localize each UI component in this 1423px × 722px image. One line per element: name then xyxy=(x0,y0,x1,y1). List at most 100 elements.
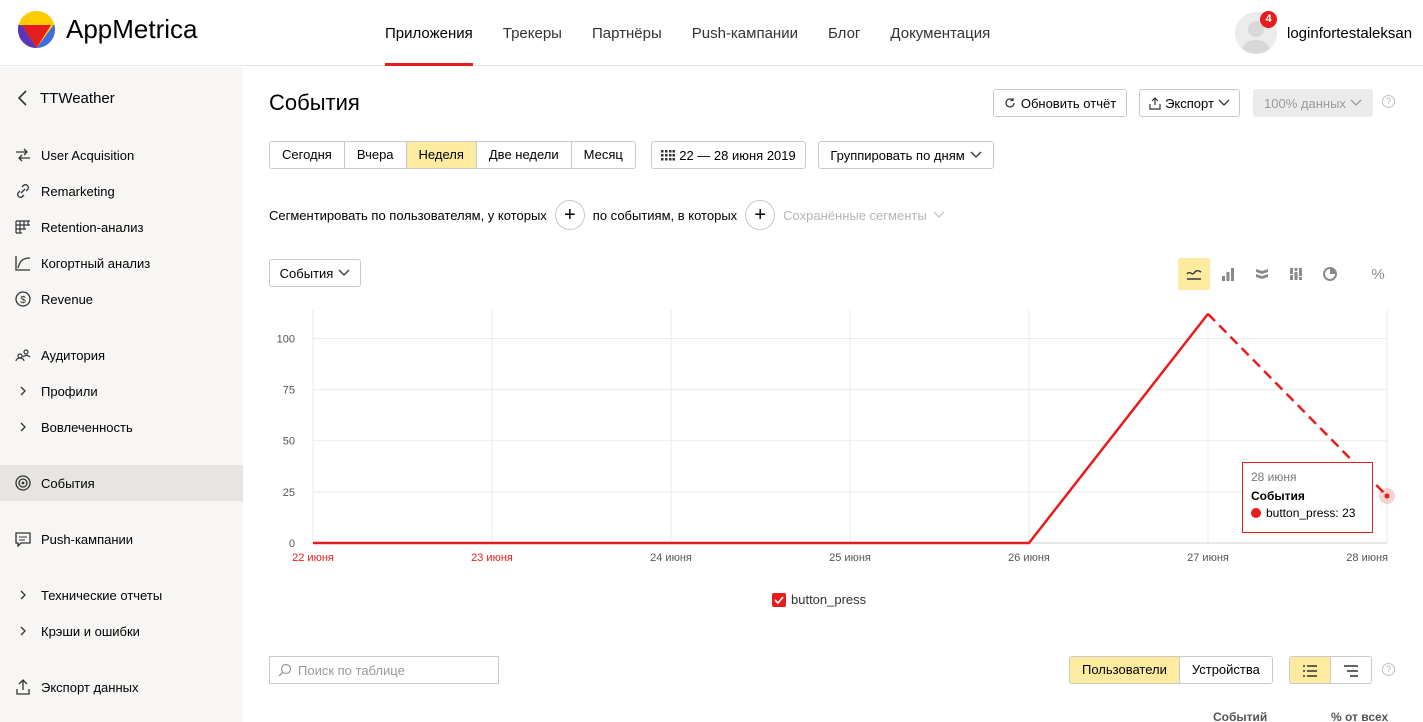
sidebar-item-label: Когортный анализ xyxy=(41,255,151,271)
main-nav: Приложения Трекеры Партнёры Push-кампани… xyxy=(370,0,1005,66)
tree-view-button[interactable] xyxy=(1331,657,1371,683)
sidebar-item-revenue[interactable]: $ Revenue xyxy=(0,281,243,317)
curve-icon xyxy=(14,254,32,272)
events-line-chart: 0 25 50 75 100 22 июня 23 июня 24 июня 25 июня 26… xyxy=(277,310,1395,564)
page-title: События xyxy=(269,90,360,115)
arrows-icon xyxy=(14,146,32,164)
bar-chart-icon xyxy=(1222,268,1234,281)
sidebar-item-audience[interactable]: Аудитория xyxy=(0,337,243,373)
chart-type-line-button[interactable] xyxy=(1178,258,1210,290)
percent-mode-button[interactable]: % xyxy=(1362,258,1394,290)
period-week[interactable]: Неделя xyxy=(406,142,477,168)
chevron-right-icon xyxy=(14,382,32,400)
chart-type-pie-button[interactable] xyxy=(1314,258,1346,290)
plus-icon: + xyxy=(754,203,767,226)
chevron-left-icon xyxy=(17,90,27,106)
flat-list-view-button[interactable] xyxy=(1290,657,1331,683)
chart-type-stacked-area-button[interactable] xyxy=(1246,258,1278,290)
sidebar-item-cohort[interactable]: Когортный анализ xyxy=(0,245,243,281)
segmentation-row: Сегментировать по пользователям, у котор… xyxy=(269,200,945,230)
grid-icon xyxy=(14,218,32,236)
sidebar-item-tech-reports[interactable]: Технические отчеты xyxy=(0,577,243,613)
sidebar-item-label: Профили xyxy=(41,383,98,399)
sidebar-item-retention[interactable]: Retention-анализ xyxy=(0,209,243,245)
sidebar-item-profiles[interactable]: Профили xyxy=(0,373,243,409)
x-tick-label: 28 июня xyxy=(1346,552,1388,564)
add-user-segment-button[interactable]: + xyxy=(554,200,585,230)
y-tick-label: 0 xyxy=(289,538,295,550)
table-search-input[interactable] xyxy=(298,662,488,678)
metric-select[interactable]: События xyxy=(269,259,361,287)
help-icon[interactable]: ? xyxy=(1382,663,1395,676)
sidebar-item-push[interactable]: Push-кампании xyxy=(0,521,243,557)
back-to-app-button[interactable]: TTWeather xyxy=(14,89,115,107)
tab-users[interactable]: Пользователи xyxy=(1070,657,1180,683)
export-button[interactable]: Экспорт xyxy=(1139,89,1240,117)
nav-item-partners[interactable]: Партнёры xyxy=(577,0,677,66)
series-dot-icon xyxy=(1251,508,1261,518)
chevron-right-icon xyxy=(14,586,32,604)
nav-item-push-campaigns[interactable]: Push-кампании xyxy=(677,0,813,66)
sidebar-item-label: События xyxy=(41,475,95,491)
period-month[interactable]: Месяц xyxy=(571,142,635,168)
metric-select-label: События xyxy=(279,265,334,281)
data-sampling-label: 100% данных xyxy=(1264,95,1346,111)
add-event-segment-button[interactable]: + xyxy=(745,200,776,230)
tooltip-colon: : xyxy=(1335,506,1343,520)
segment-events-label: по событиям, в которых xyxy=(592,207,738,223)
list-icon xyxy=(1303,664,1317,677)
top-bar: AppMetrica Приложения Трекеры Партнёры P… xyxy=(0,0,1423,66)
table-search[interactable] xyxy=(269,656,499,684)
chevron-down-icon xyxy=(1218,99,1230,106)
calendar-icon xyxy=(661,150,676,161)
date-range-label: 22 — 28 июня 2019 xyxy=(679,147,796,163)
sidebar-item-label: Крэши и ошибки xyxy=(41,623,140,639)
svg-text:$: $ xyxy=(20,295,26,306)
sidebar-item-crashes[interactable]: Крэши и ошибки xyxy=(0,613,243,649)
sidebar-item-label: Revenue xyxy=(41,291,94,307)
sidebar-item-engagement[interactable]: Вовлеченность xyxy=(0,409,243,445)
nav-item-blog[interactable]: Блог xyxy=(813,0,875,66)
target-icon xyxy=(14,474,32,492)
refresh-report-button[interactable]: Обновить отчёт xyxy=(993,89,1127,117)
notification-badge[interactable]: 4 xyxy=(1260,11,1277,28)
x-tick-label: 23 июня xyxy=(471,552,513,564)
sidebar-item-user-acquisition[interactable]: User Acquisition xyxy=(0,137,243,173)
period-yesterday[interactable]: Вчера xyxy=(344,142,407,168)
tab-devices[interactable]: Устройства xyxy=(1179,657,1272,683)
sidebar-item-events[interactable]: События xyxy=(0,465,243,501)
appmetrica-logo[interactable] xyxy=(18,11,55,48)
export-label: Экспорт xyxy=(1165,95,1214,111)
user-name[interactable]: loginfortestaleksan xyxy=(1287,25,1412,42)
column-header-events[interactable]: Событий xyxy=(1213,710,1267,722)
nav-item-trackers[interactable]: Трекеры xyxy=(488,0,577,66)
help-icon[interactable]: ? xyxy=(1382,95,1395,108)
people-icon xyxy=(14,346,32,364)
nav-item-documentation[interactable]: Документация xyxy=(875,0,1005,66)
sidebar-item-remarketing[interactable]: Remarketing xyxy=(0,173,243,209)
column-header-percent[interactable]: % от всех xyxy=(1331,710,1388,722)
nav-item-applications[interactable]: Приложения xyxy=(370,0,488,66)
percent-icon: % xyxy=(1371,265,1385,283)
app-name[interactable]: AppMetrica xyxy=(66,14,198,45)
chart-type-stacked-bar-button[interactable] xyxy=(1280,258,1312,290)
group-by-select[interactable]: Группировать по дням xyxy=(818,141,994,169)
data-sampling-select[interactable]: 100% данных xyxy=(1253,89,1373,117)
date-range-picker[interactable]: 22 — 28 июня 2019 xyxy=(651,141,806,169)
table-view-toggle xyxy=(1289,656,1372,684)
tooltip-title: События xyxy=(1251,489,1305,503)
chevron-right-icon xyxy=(14,622,32,640)
period-two-weeks[interactable]: Две недели xyxy=(476,142,572,168)
sidebar-item-label: User Acquisition xyxy=(41,147,135,163)
legend-checkbox[interactable] xyxy=(772,592,786,607)
group-by-label: Группировать по дням xyxy=(830,147,965,163)
sidebar: TTWeather User Acquisition Remarketing R… xyxy=(0,67,243,722)
period-today[interactable]: Сегодня xyxy=(270,142,345,168)
y-tick-label: 75 xyxy=(283,385,295,397)
chart-type-bar-button[interactable] xyxy=(1212,258,1244,290)
tooltip-series: button_press xyxy=(1266,506,1336,520)
sidebar-item-label: Retention-анализ xyxy=(41,219,144,235)
saved-segments-select[interactable]: Сохранённые сегменты xyxy=(783,208,927,223)
sidebar-item-data-export[interactable]: Экспорт данных xyxy=(0,669,243,705)
chevron-down-icon xyxy=(338,269,350,276)
